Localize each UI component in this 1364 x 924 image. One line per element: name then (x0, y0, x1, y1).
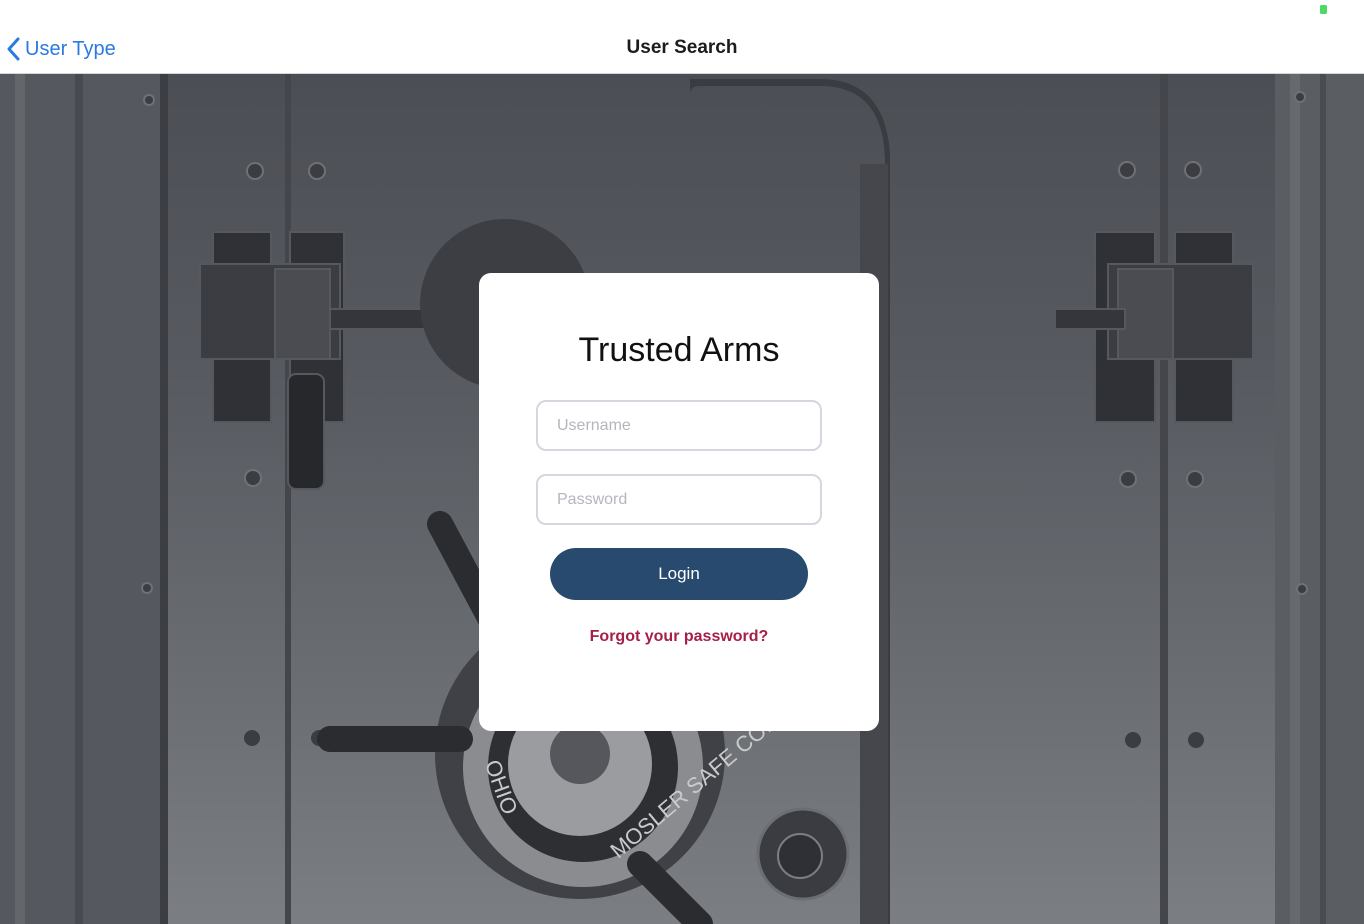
app-title: Trusted Arms (578, 331, 780, 369)
page-title: User Search (626, 37, 738, 58)
navigation-bar: User Type User Search (0, 22, 1364, 74)
forgot-password-link[interactable]: Forgot your password? (479, 628, 879, 646)
status-bar (0, 0, 1364, 22)
login-button[interactable]: Login (550, 548, 808, 600)
username-input[interactable] (536, 400, 822, 451)
login-card: Trusted Arms Login Forgot your password? (479, 273, 879, 731)
battery-icon (1320, 5, 1327, 14)
password-input[interactable] (536, 474, 822, 525)
